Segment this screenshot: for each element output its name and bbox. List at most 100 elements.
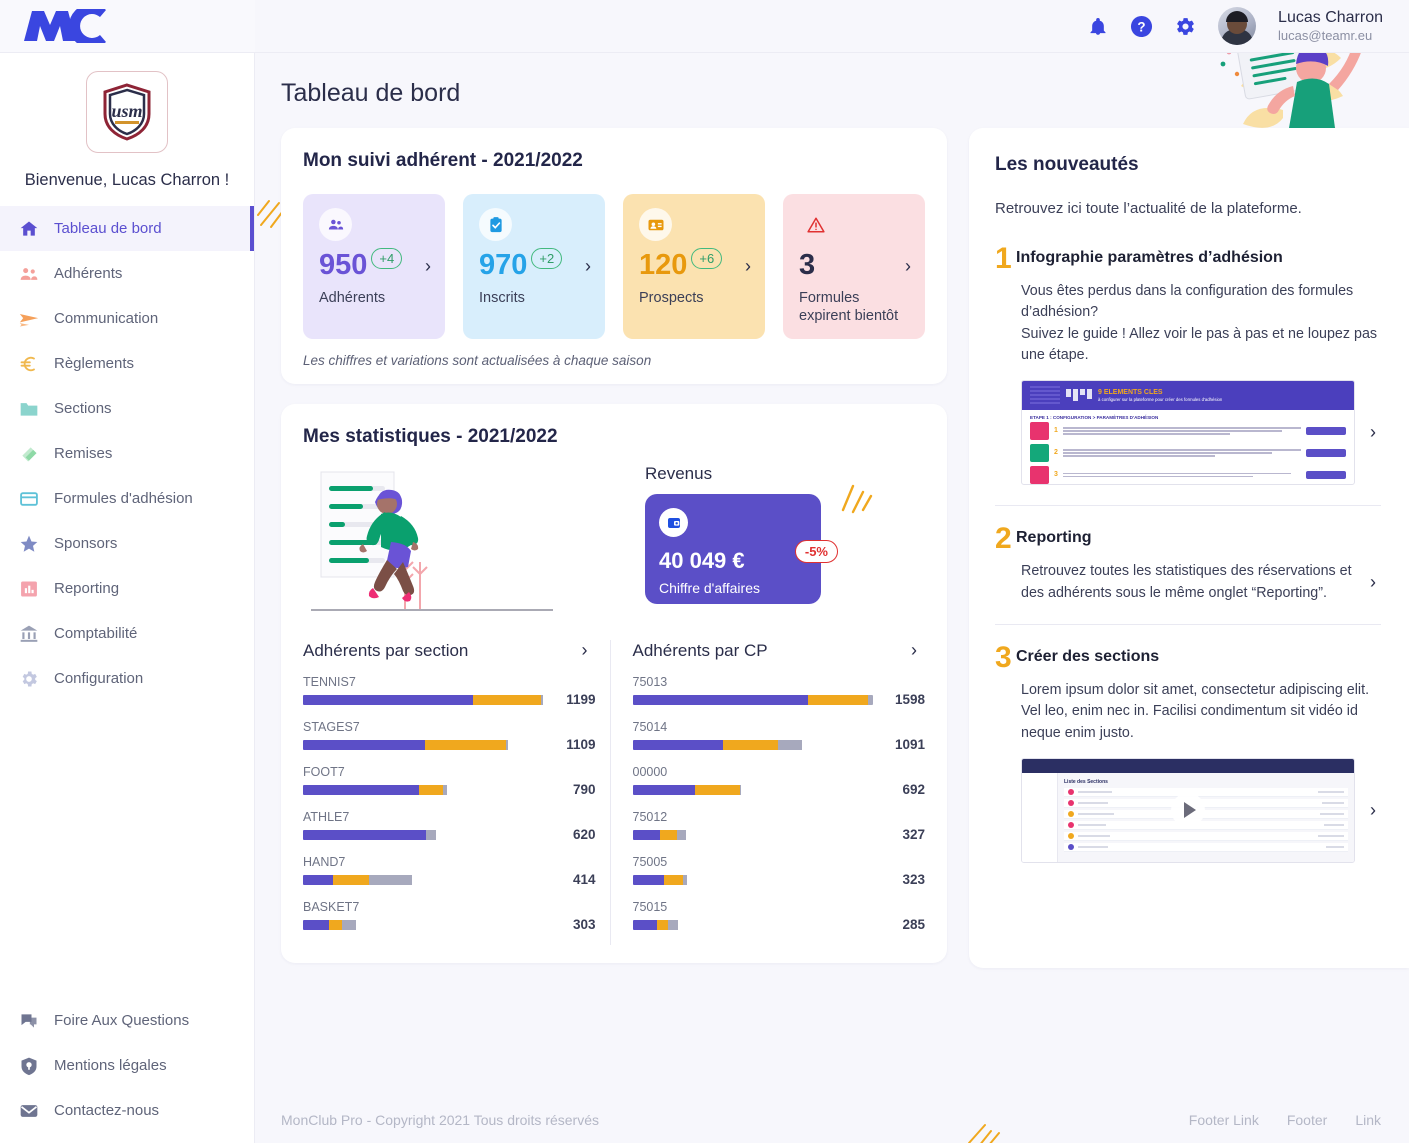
suivi-title: Mon suivi adhérent - 2021/2022	[303, 150, 583, 171]
sidebar-item-sponsors[interactable]: Sponsors	[0, 521, 254, 566]
sidebar-item-formules-dadhesion[interactable]: Formules d'adhésion	[0, 476, 254, 521]
cog-icon	[18, 668, 40, 690]
right-column: Les nouveautés Retrouvez ici toute l’act…	[969, 13, 1409, 968]
sidebar-item-communication[interactable]: Communication	[0, 296, 254, 341]
bar-segment	[303, 919, 329, 930]
stat-card-prospects[interactable]: 120 +6 › Prospects	[623, 194, 765, 340]
stat-value: 120	[639, 249, 688, 281]
bar-row: 00000 692	[632, 765, 925, 797]
welcome-message: Bienvenue, Lucas Charron !	[24, 171, 230, 189]
bar-track	[632, 829, 874, 840]
bar-segment	[677, 829, 686, 840]
footer-links: Footer Link Footer Link	[1189, 1112, 1381, 1128]
revenue-caption: Chiffre d'affaires	[659, 580, 760, 597]
chevron-right-icon[interactable]: ›	[1365, 800, 1381, 821]
chevron-right-icon[interactable]: ›	[585, 257, 591, 275]
chevron-right-icon[interactable]: ›	[1365, 422, 1381, 443]
revenus-block: Revenus 40 049 € Chiffre d'affaires -5%	[633, 464, 925, 624]
sidebar-item-reporting[interactable]: Reporting	[0, 566, 254, 611]
brand-logo[interactable]	[0, 0, 255, 52]
stat-card-inscrits[interactable]: 970 +2 › Inscrits	[463, 194, 605, 340]
news-item-title: Créer des sections	[1016, 647, 1160, 665]
chevron-right-icon[interactable]: ›	[425, 257, 431, 275]
sidebar-item-label: Règlements	[54, 355, 135, 372]
bar-label: TENNIS7	[303, 675, 356, 690]
euro-icon	[18, 353, 40, 375]
sidebar-item-label: Configuration	[54, 670, 144, 687]
chevron-right-icon[interactable]: ›	[745, 257, 751, 275]
bar-value: 323	[902, 872, 925, 888]
footer-link-1[interactable]: Footer Link	[1189, 1112, 1259, 1128]
bar-segment	[425, 829, 437, 840]
user-info[interactable]: Lucas Charron lucas@teamr.eu	[1278, 8, 1383, 44]
bar-row: STAGES7 1109	[303, 720, 596, 752]
app-root: ? Lucas Charron lucas@teamr.eu usm Bienv…	[0, 0, 1409, 1143]
sidebar-item-label: Reporting	[54, 580, 120, 597]
bar-label: 75013	[632, 675, 668, 690]
chevron-right-icon[interactable]: ›	[582, 640, 596, 661]
sidebar-item-label: Adhérents	[54, 265, 123, 282]
gear-icon[interactable]	[1175, 16, 1196, 37]
user-email: lucas@teamr.eu	[1278, 27, 1373, 43]
sidebar-item-label: Foire Aux Questions	[54, 1012, 190, 1029]
sidebar-item-mentions-legales[interactable]: Mentions légales	[0, 1043, 254, 1088]
bar-segment	[473, 694, 541, 705]
bar-label: 75005	[632, 855, 668, 870]
footer-link-3[interactable]: Link	[1355, 1112, 1381, 1128]
help-icon[interactable]: ?	[1130, 15, 1153, 38]
sidebar-item-sections[interactable]: Sections	[0, 386, 254, 431]
sidebar-item-label: Formules d'adhésion	[54, 490, 193, 507]
news-item: 2 Reporting Retrouvez toutes les statist…	[995, 504, 1381, 624]
bar-segment	[328, 919, 343, 930]
chevron-right-icon[interactable]: ›	[911, 640, 925, 661]
sidebar-item-contactez-nous[interactable]: Contactez-nous	[0, 1088, 254, 1133]
stat-card-formules-expirent[interactable]: 3 › Formules expirent bientôt	[783, 194, 925, 340]
bell-icon[interactable]	[1088, 16, 1108, 37]
sidebar-item-foire-aux-questions[interactable]: Foire Aux Questions	[0, 998, 254, 1043]
news-item-thumbnail-video[interactable]: Liste des Sections	[1021, 757, 1355, 863]
page-title: Tableau de bord	[281, 79, 461, 107]
club-logo[interactable]: usm	[86, 71, 168, 153]
footer-link-2[interactable]: Footer	[1287, 1112, 1327, 1128]
stat-label: Inscrits	[479, 290, 525, 306]
bank-icon	[18, 623, 40, 645]
thumb-sub: à configurer sur la plateforme pour crée…	[1098, 397, 1223, 403]
play-icon[interactable]	[1171, 793, 1205, 828]
sidebar-item-adherents[interactable]: Adhérents	[0, 251, 254, 296]
bar-row: 75005 323	[632, 855, 925, 888]
news-item: 1 Infographie paramètres d’adhésion Vous…	[995, 244, 1381, 505]
left-column: Mon suivi adhérent - 2021/2022 950 +4 ›	[255, 128, 969, 964]
chat-icon	[18, 1010, 40, 1032]
sidebar-item-configuration[interactable]: Configuration	[0, 656, 254, 701]
bar-label: 75014	[632, 720, 668, 735]
star-icon	[18, 533, 40, 555]
chart-icon	[18, 578, 40, 600]
chevron-right-icon[interactable]: ›	[905, 257, 911, 275]
sidebar: usm Bienvenue, Lucas Charron ! Tableau d…	[0, 53, 255, 1143]
sidebar-item-reglements[interactable]: Règlements	[0, 341, 254, 386]
sidebar-nav: Tableau de bord Adhérents Communication …	[0, 206, 254, 701]
bar-segment	[807, 694, 868, 705]
club-logo-wrap: usm	[0, 53, 254, 159]
svg-text:?: ?	[1137, 19, 1145, 34]
stat-card-adherents[interactable]: 950 +4 › Adhérents	[303, 194, 445, 340]
mail-icon	[18, 1100, 40, 1122]
bar-row: BASKET7 303	[303, 900, 596, 932]
bar-row: FOOT7 790	[303, 765, 596, 797]
revenue-card[interactable]: 40 049 € Chiffre d'affaires -5%	[645, 494, 838, 605]
bar-label: 00000	[632, 765, 668, 780]
bar-track	[303, 784, 544, 795]
sidebar-item-tableau-de-bord[interactable]: Tableau de bord	[0, 206, 254, 251]
bar-label: BASKET7	[303, 900, 360, 915]
news-item-text: Vous êtes perdus dans la configuration d…	[1021, 283, 1378, 363]
card-icon	[18, 488, 40, 510]
sidebar-item-remises[interactable]: Remises	[0, 431, 254, 476]
bar-row: TENNIS7 1199	[303, 675, 596, 707]
bar-row: 75012 327	[632, 810, 925, 842]
news-item-thumbnail-infographic[interactable]: 9 ELEMENTS CLES à configurer sur la plate…	[1021, 379, 1355, 485]
avatar[interactable]	[1218, 7, 1257, 45]
chart-title: Adhérents par section	[303, 640, 469, 660]
sidebar-item-comptabilite[interactable]: Comptabilité	[0, 611, 254, 656]
sidebar-item-label: Sponsors	[54, 535, 118, 552]
chevron-right-icon[interactable]: ›	[1365, 572, 1381, 593]
